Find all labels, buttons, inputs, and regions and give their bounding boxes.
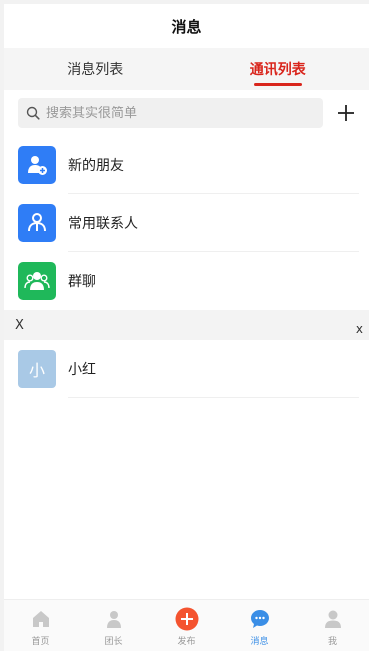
contact-name: 小红 bbox=[68, 362, 96, 378]
tabbar-home[interactable]: 首页 bbox=[4, 600, 77, 651]
tab-contact-list[interactable]: 通讯列表 bbox=[187, 48, 369, 90]
home-icon bbox=[29, 607, 53, 631]
search-icon bbox=[26, 106, 40, 120]
page-title: 消息 bbox=[171, 17, 202, 36]
tabbar-messages[interactable]: 消息 bbox=[223, 600, 296, 651]
contacts-icon bbox=[18, 204, 56, 242]
menu-frequent-contacts[interactable]: 常用联系人 bbox=[4, 194, 369, 252]
tab-message-list[interactable]: 消息列表 bbox=[4, 48, 187, 90]
group-chat-icon bbox=[18, 262, 56, 300]
bottom-tab-bar: 首页 团长 发布 消息 我 bbox=[4, 599, 369, 651]
menu-new-friends[interactable]: 新的朋友 bbox=[4, 136, 369, 194]
plus-icon bbox=[338, 105, 354, 121]
me-icon bbox=[321, 607, 345, 631]
tabbar-leader[interactable]: 团长 bbox=[77, 600, 150, 651]
add-button[interactable] bbox=[333, 100, 359, 126]
tabbar-me[interactable]: 我 bbox=[296, 600, 369, 651]
contact-row[interactable]: 小 小红 bbox=[4, 340, 369, 398]
search-box[interactable] bbox=[18, 98, 323, 128]
new-friend-icon bbox=[18, 146, 56, 184]
app-screen: 消息 消息列表 通讯列表 搜索其实很简单 新的朋友 常用联系人 群聊 X 小 小… bbox=[4, 4, 369, 651]
tabbar-label: 我 bbox=[327, 637, 337, 647]
section-header: X bbox=[4, 310, 369, 340]
person-icon bbox=[102, 607, 126, 631]
tabbar-publish[interactable]: 发布 bbox=[150, 600, 223, 651]
tabbar-label: 团长 bbox=[104, 637, 123, 647]
search-input[interactable] bbox=[46, 105, 266, 121]
search-row bbox=[4, 90, 369, 136]
tabbar-label: 首页 bbox=[31, 637, 50, 647]
message-icon bbox=[248, 607, 272, 631]
menu-label: 群聊 bbox=[68, 274, 96, 290]
menu-label: 常用联系人 bbox=[68, 216, 138, 232]
divider bbox=[68, 397, 359, 398]
menu-group-chat[interactable]: 群聊 bbox=[4, 252, 369, 310]
tab-bar-top: 消息列表 通讯列表 bbox=[4, 48, 369, 90]
title-bar: 消息 bbox=[4, 4, 369, 48]
tabbar-label: 消息 bbox=[250, 637, 269, 647]
avatar: 小 bbox=[18, 350, 56, 388]
publish-plus-icon bbox=[175, 607, 199, 631]
menu-label: 新的朋友 bbox=[68, 158, 124, 174]
index-bar-letter[interactable]: x bbox=[356, 322, 363, 336]
tabbar-label: 发布 bbox=[177, 637, 196, 647]
